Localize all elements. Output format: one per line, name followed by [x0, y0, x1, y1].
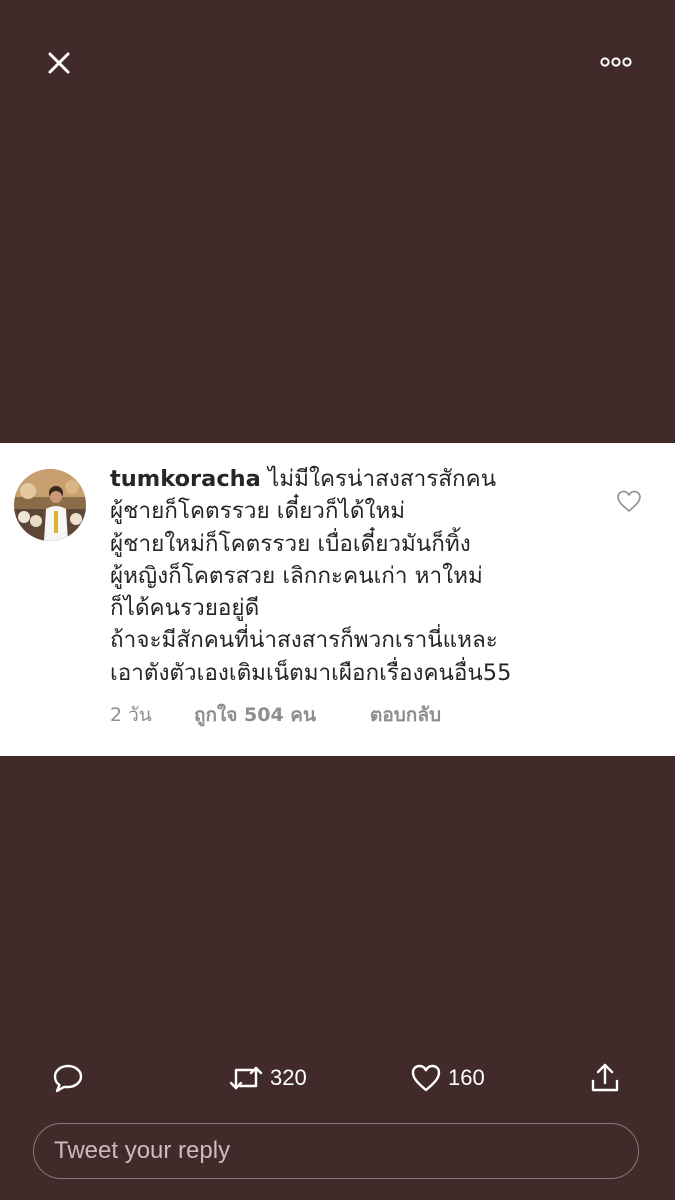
close-icon — [48, 52, 70, 74]
comment-meta: 2 วัน ถูกใจ 504 คน ตอบกลับ — [110, 700, 441, 730]
comment-reply-link[interactable]: ตอบกลับ — [370, 700, 441, 730]
close-button[interactable] — [38, 42, 80, 84]
retweet-button[interactable]: 320 — [228, 1058, 307, 1098]
top-bar — [0, 0, 675, 120]
more-horizontal-icon — [600, 57, 632, 67]
comment-line-4: ผู้หญิงก็โคตรสวย เลิกกะคนเก่า หาใหม่ — [110, 562, 483, 589]
more-options-button[interactable] — [592, 44, 640, 80]
share-button[interactable] — [588, 1058, 622, 1098]
comment-line-2: ผู้ชายก็โคตรรวย เดี๋ยวก็ได้ใหม่ — [110, 498, 406, 525]
tweet-reply-input[interactable]: Tweet your reply — [33, 1123, 639, 1179]
heart-icon — [411, 1064, 441, 1092]
reply-placeholder: Tweet your reply — [54, 1137, 231, 1164]
comment-line-3: ผู้ชายใหม่ก็โคตรรวย เบื่อเดี๋ยวมันก็ทิ้ง — [110, 530, 471, 557]
comment-line-6: ถ้าจะมีสักคนที่น่าสงสารก็พวกเรานี่แหละ — [110, 627, 498, 654]
comment-icon — [53, 1064, 83, 1093]
like-button[interactable]: 160 — [410, 1058, 485, 1098]
comment-line-1: tumkoracha ไม่มีใครน่าสงสารสักคน — [110, 466, 497, 492]
retweet-icon — [229, 1066, 263, 1090]
comment-line-5: ก็ได้คนรวยอยู่ดี — [110, 595, 260, 622]
share-icon — [591, 1063, 619, 1092]
retweet-count: 320 — [270, 1065, 307, 1090]
comment-likes[interactable]: ถูกใจ 504 คน — [194, 700, 370, 730]
heart-outline-icon[interactable] — [616, 489, 642, 513]
reply-button[interactable] — [52, 1058, 84, 1098]
avatar — [14, 469, 86, 541]
comment-text: tumkoracha ไม่มีใครน่าสงสารสักคน ผู้ชายก… — [110, 463, 610, 689]
comment-time: 2 วัน — [110, 704, 152, 726]
comment-line-7: เอาตังตัวเองเติมเน็ตมาเผือกเรื่องคนอื่น5… — [110, 659, 512, 686]
like-count: 160 — [448, 1065, 485, 1090]
comment-username[interactable]: tumkoracha — [110, 466, 261, 492]
